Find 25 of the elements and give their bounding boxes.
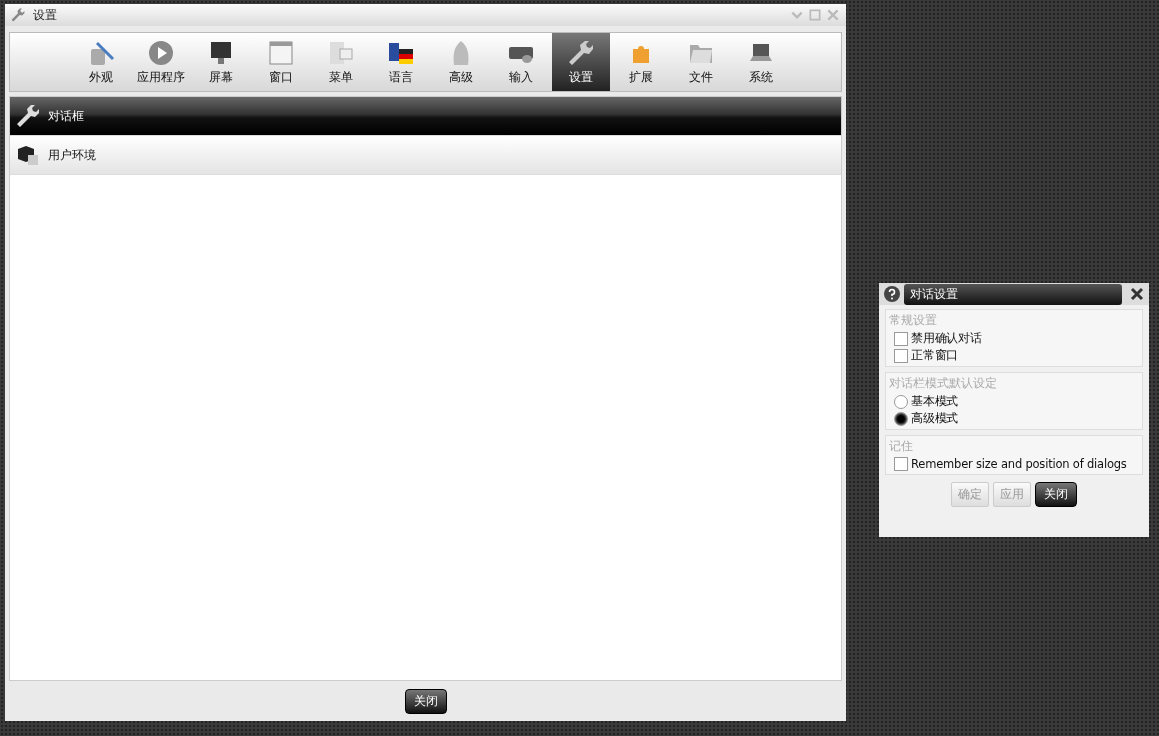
option-label: 禁用确认对话 bbox=[911, 331, 982, 346]
toolbar-tab[interactable]: 设置 bbox=[551, 33, 610, 91]
group-title: 记住 bbox=[889, 438, 914, 455]
toolbar-tab[interactable]: 高级 bbox=[431, 33, 490, 91]
toolbar-tab[interactable]: 输入 bbox=[491, 33, 550, 91]
dialog-button[interactable]: 关闭 bbox=[1035, 482, 1077, 507]
toolbar-tab[interactable]: 文件 bbox=[671, 33, 730, 91]
option-label: 高级模式 bbox=[911, 411, 959, 426]
toolbar-tab[interactable]: 应用程序 bbox=[131, 33, 190, 91]
window-title: 设置 bbox=[33, 6, 58, 24]
toolbar-tab[interactable]: 外观 bbox=[71, 33, 130, 91]
dialog-title: 对话设置 bbox=[904, 283, 1122, 305]
option-label: 正常窗口 bbox=[911, 348, 959, 363]
toolbar-tab[interactable]: 菜单 bbox=[311, 33, 370, 91]
group-title: 常规设置 bbox=[889, 312, 938, 329]
option-label: Remember size and position of dialogs bbox=[911, 457, 1127, 471]
close-button[interactable]: 关闭 bbox=[404, 688, 447, 714]
toolbar-tab[interactable]: 语言 bbox=[371, 33, 430, 91]
option-label: 基本模式 bbox=[911, 394, 959, 409]
toolbar-tab[interactable]: 系统 bbox=[731, 33, 790, 91]
group-title: 对话栏模式默认设定 bbox=[889, 375, 998, 392]
toolbar-tab[interactable]: 屏幕 bbox=[191, 33, 250, 91]
section-item[interactable]: 对话框 bbox=[10, 97, 841, 136]
toolbar-tab[interactable]: 窗口 bbox=[251, 33, 310, 91]
toolbar-tab[interactable]: 扩展 bbox=[611, 33, 670, 91]
